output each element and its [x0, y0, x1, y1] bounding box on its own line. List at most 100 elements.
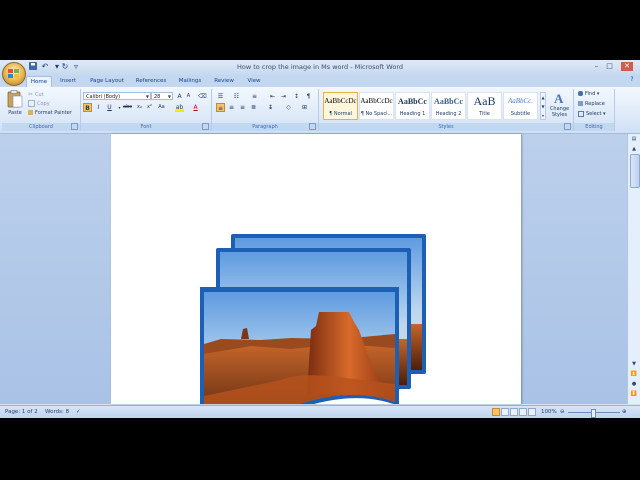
style-no-spacing[interactable]: AaBbCcDc ¶ No Spaci... — [359, 92, 394, 120]
word-window: How to crop the image in Ms word - Micro… — [0, 60, 640, 418]
copy-icon — [28, 100, 35, 107]
style-heading-1[interactable]: AaBbCc Heading 1 — [395, 92, 430, 120]
change-styles-button[interactable]: A Change Styles — [547, 90, 572, 122]
subscript-button[interactable]: x₂ — [135, 103, 144, 112]
paste-label: Paste — [8, 110, 22, 116]
vertical-scrollbar[interactable]: ▤ ▲ ▼ ⏫ ● ⏬ — [627, 134, 640, 404]
font-group: Calibri (Body) ▼ 28 ▼ A A ⌫ B I U ▾ abc x₂… — [81, 89, 212, 131]
sort-icon[interactable]: ↕ — [292, 92, 301, 101]
window-title: How to crop the image in Ms word - Micro… — [236, 63, 404, 71]
title-bar: How to crop the image in Ms word - Micro… — [0, 60, 640, 75]
font-name-select[interactable]: Calibri (Body) ▼ — [83, 92, 151, 100]
select-browse-object-icon[interactable]: ● — [629, 380, 639, 389]
page-count[interactable]: Page: 1 of 2 — [5, 408, 38, 417]
styles-launcher-icon[interactable] — [564, 123, 571, 130]
font-color-button[interactable]: A — [191, 103, 200, 112]
zoom-out-icon[interactable]: ⊖ — [560, 408, 565, 417]
replace-button[interactable]: Replace — [578, 100, 605, 108]
zoom-slider-thumb[interactable] — [591, 409, 596, 418]
editing-label: Editing — [574, 123, 614, 131]
style-sample: AaBbCc. — [507, 97, 534, 105]
office-button[interactable] — [2, 62, 26, 86]
outline-icon[interactable] — [519, 408, 527, 416]
maximize-button[interactable]: □ — [605, 62, 614, 71]
underline-button[interactable]: U — [105, 103, 114, 112]
strikethrough-button[interactable]: abc — [123, 103, 132, 112]
paragraph-launcher-icon[interactable] — [309, 123, 316, 130]
pilcrow-icon[interactable]: ¶ — [304, 92, 313, 101]
zoom-level[interactable]: 100% — [541, 408, 557, 417]
style-sample: AaBbCcDc — [324, 97, 357, 105]
style-heading-2[interactable]: AaBbCc Heading 2 — [431, 92, 466, 120]
select-button[interactable]: Select ▾ — [578, 110, 606, 118]
style-title[interactable]: AaB Title — [467, 92, 502, 120]
numbering-icon[interactable]: ☷ — [232, 92, 241, 101]
scroll-down-icon[interactable]: ▼ — [629, 360, 639, 369]
replace-icon — [578, 101, 583, 106]
style-sample: AaBbCc — [434, 97, 463, 106]
line-spacing-icon[interactable]: ↨ — [266, 103, 275, 112]
full-screen-reading-icon[interactable] — [501, 408, 509, 416]
style-normal[interactable]: AaBbCcDc ¶ Normal — [323, 92, 358, 120]
decrease-indent-icon[interactable]: ⇤ — [268, 92, 277, 101]
save-icon[interactable] — [28, 62, 38, 72]
align-center-icon[interactable]: ≡ — [227, 103, 236, 112]
undo-icon[interactable]: ↶ — [40, 62, 50, 72]
web-layout-icon[interactable] — [510, 408, 518, 416]
tab-insert[interactable]: Insert — [55, 76, 81, 87]
styles-label: Styles — [319, 123, 573, 131]
tab-review[interactable]: Review — [210, 76, 238, 87]
borders-icon[interactable]: ⊞ — [300, 103, 309, 112]
word-count[interactable]: Words: 8 — [45, 408, 69, 417]
grow-font-icon[interactable]: A — [175, 92, 184, 101]
tab-page-layout[interactable]: Page Layout — [86, 76, 128, 87]
clipboard-launcher-icon[interactable] — [71, 123, 78, 130]
picture-frames[interactable] — [111, 134, 521, 418]
redo-icon[interactable]: ↻ — [60, 62, 70, 72]
zoom-in-icon[interactable]: ⊕ — [622, 408, 627, 417]
find-button[interactable]: Find ▾ — [578, 90, 599, 98]
italic-button[interactable]: I — [94, 103, 103, 112]
copy-button[interactable]: Copy — [28, 100, 50, 108]
tab-view[interactable]: View — [242, 76, 266, 87]
next-page-icon[interactable]: ⏬ — [629, 390, 639, 399]
scroll-up-icon[interactable]: ▲ — [629, 145, 639, 154]
format-painter-button[interactable]: Format Painter — [28, 109, 72, 117]
customize-icon[interactable]: ▿ — [71, 62, 81, 72]
ruler-toggle-icon[interactable]: ▤ — [629, 135, 639, 144]
minimize-button[interactable]: – — [592, 62, 601, 71]
tab-mailings[interactable]: Mailings — [175, 76, 205, 87]
align-left-icon[interactable]: ≡ — [216, 103, 225, 112]
cut-button[interactable]: ✂ Cut — [28, 91, 44, 99]
highlight-button[interactable]: ab — [175, 103, 184, 112]
justify-icon[interactable]: ≣ — [249, 103, 258, 112]
styles-scroll[interactable]: ▲ ▼ ▾ — [540, 92, 546, 120]
shrink-font-icon[interactable]: A — [184, 92, 193, 101]
front-picture-frame[interactable] — [200, 287, 399, 418]
tab-references[interactable]: References — [131, 76, 171, 87]
style-subtitle[interactable]: AaBbCc. Subtitle — [503, 92, 538, 120]
chevron-down-icon: ▼ — [145, 94, 149, 99]
style-sample: AaBbCcDc — [360, 97, 393, 105]
shading-icon[interactable]: ◇ — [284, 103, 293, 112]
previous-page-icon[interactable]: ⏫ — [629, 370, 639, 379]
print-layout-icon[interactable] — [492, 408, 500, 416]
increase-indent-icon[interactable]: ⇥ — [279, 92, 288, 101]
proofing-icon[interactable]: ✓ — [76, 408, 81, 417]
change-case-button[interactable]: Aa — [157, 103, 166, 112]
font-launcher-icon[interactable] — [202, 123, 209, 130]
help-icon[interactable]: ? — [628, 76, 636, 84]
paste-button[interactable]: Paste — [6, 90, 24, 120]
superscript-button[interactable]: x² — [145, 103, 154, 112]
font-size-select[interactable]: 28 ▼ — [151, 92, 173, 100]
close-button[interactable]: ✕ — [621, 62, 633, 71]
multilevel-list-icon[interactable]: ≡ — [250, 92, 259, 101]
cursor-icon — [578, 110, 584, 117]
bold-button[interactable]: B — [83, 103, 92, 112]
align-right-icon[interactable]: ≡ — [238, 103, 247, 112]
clear-formatting-icon[interactable]: ⌫ — [198, 92, 207, 101]
draft-icon[interactable] — [528, 408, 536, 416]
document-page[interactable] — [111, 134, 521, 418]
scroll-thumb[interactable] — [630, 154, 640, 188]
bullets-icon[interactable]: ☰ — [216, 92, 225, 101]
